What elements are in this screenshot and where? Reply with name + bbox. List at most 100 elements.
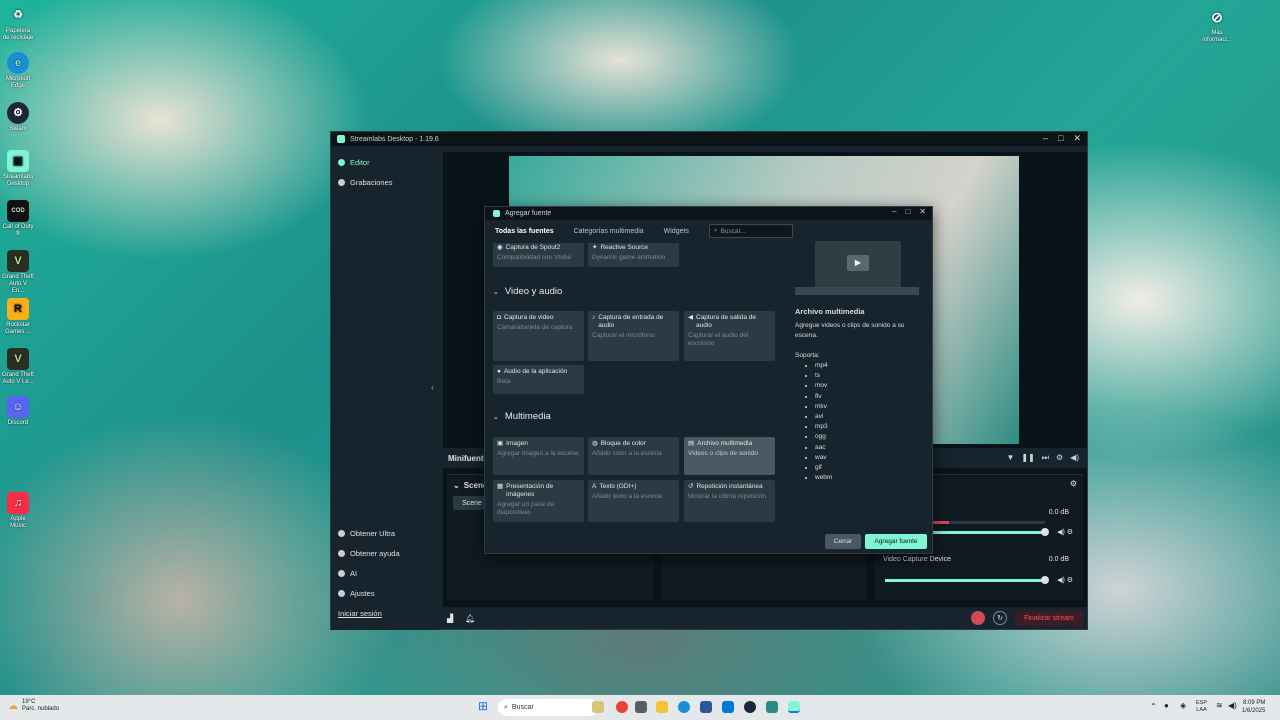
desktop-icon-edge[interactable]: e Microsoft Edge — [2, 52, 34, 90]
nav-editor[interactable]: Editor — [331, 152, 439, 172]
source-card-slideshow[interactable]: ▦ Presentación de imágenes Agregar un pas… — [493, 480, 584, 522]
volume-slider-handle-2[interactable] — [1041, 576, 1049, 584]
section-video-audio[interactable]: ⌄ Video y audio — [493, 286, 562, 297]
nav-recordings[interactable]: Grabaciones — [331, 172, 439, 192]
file-explorer-icon[interactable] — [656, 701, 668, 713]
close-icon[interactable]: ✕ — [1073, 133, 1081, 144]
desktop-icon-steam[interactable]: ⚙ Steam — [2, 102, 34, 133]
card-desc: Videos o clips de sonido — [688, 450, 758, 457]
desktop-icon-rockstar[interactable]: R Rockstar Games ... — [2, 298, 34, 336]
login-link[interactable]: Iniciar sesión — [331, 603, 439, 623]
rockstar-icon: R — [7, 298, 29, 320]
desktop-icon-label: Grand Theft Auto V En... — [2, 274, 34, 294]
tray-app-icon[interactable]: ● — [1164, 701, 1169, 710]
user-icon: ● — [497, 368, 501, 375]
source-card-audio-output[interactable]: ◀ Captura de salida de audio Capturar el … — [684, 311, 775, 361]
bell-icon[interactable]: 🔔︎ — [465, 614, 475, 623]
source-card-color-block[interactable]: ◍ Bloque de color Añadir color a la escen… — [588, 437, 679, 475]
nav-get-ultra[interactable]: Obtener Ultra — [331, 523, 439, 543]
app-icon[interactable] — [766, 701, 778, 713]
steam-icon[interactable] — [744, 701, 756, 713]
add-source-button[interactable]: Agregar fuente — [865, 534, 927, 549]
taskbar-search[interactable]: ⌕ Buscar — [498, 699, 598, 716]
gear-icon — [338, 589, 345, 597]
source-card-spout2[interactable]: ◉ Captura de Spout2 Compatibilidad con Vt… — [493, 243, 584, 267]
card-desc: Añadir color a la escena — [592, 450, 662, 457]
maximize-icon[interactable]: □ — [1058, 133, 1063, 144]
filter-icon[interactable]: ▼ — [1006, 453, 1014, 463]
minimize-icon[interactable]: – — [892, 207, 896, 216]
source-card-image[interactable]: ▣ Imagen Agregar imagen a la escena — [493, 437, 584, 475]
source-card-instant-replay[interactable]: ↺ Repetición instantánea Mostrar la últim… — [684, 480, 775, 522]
mixer-db-2: 0.0 dB — [1048, 556, 1069, 563]
ultra-icon — [338, 529, 345, 537]
desktop-icon-gta-enhanced[interactable]: V Grand Theft Auto V En... — [2, 250, 34, 295]
tray-chevron-up-icon[interactable]: ⌃ — [1150, 702, 1157, 711]
search-placeholder: Buscar... — [720, 227, 746, 235]
windows-start-icon[interactable]: ⊞ — [478, 699, 488, 713]
tab-all-sources[interactable]: Todas las fuentes — [495, 228, 554, 235]
stats-icon[interactable]: ▟ — [447, 614, 453, 623]
nav-settings[interactable]: Ajustes — [331, 583, 439, 603]
edge-icon[interactable] — [678, 701, 690, 713]
store-icon[interactable] — [700, 701, 712, 713]
volume-slider-handle-1[interactable] — [1041, 528, 1049, 536]
desktop-icon-apple-music[interactable]: ♫ Apple Music — [2, 492, 34, 530]
weather-widget[interactable]: ☁ 19°C Parc. nublado — [8, 699, 59, 713]
tab-widgets[interactable]: Widgets — [664, 228, 689, 235]
cancel-button[interactable]: Cerrar — [825, 534, 861, 549]
source-card-reactive[interactable]: ✦ Reactive Source Dynamic game animation — [588, 243, 679, 267]
task-view-icon[interactable] — [635, 701, 647, 713]
mixer-gear-icon[interactable]: ⚙ — [1070, 479, 1077, 488]
card-desc: Agregar un pase de diapositivas — [497, 501, 555, 516]
mixer-device-name: Video Capture Device — [883, 556, 951, 563]
source-card-video-capture[interactable]: ◘ Captura de video Cámara/tarjeta de capt… — [493, 311, 584, 361]
tray-security-icon[interactable]: ◈ — [1180, 701, 1186, 710]
steam-icon: ⚙ — [7, 102, 29, 124]
source-card-text[interactable]: A Texto (GDI+) Añadir texto a la escena — [588, 480, 679, 522]
desktop-icon-discord[interactable]: ☺ Discord — [2, 396, 34, 427]
maximize-icon[interactable]: □ — [905, 207, 910, 216]
search-input[interactable]: ⌕ Buscar... — [708, 224, 793, 238]
taskbar-widget-icon[interactable] — [592, 701, 604, 713]
wifi-icon[interactable]: ≋ — [1216, 701, 1223, 710]
minimize-icon[interactable]: – — [1043, 133, 1048, 144]
desktop-icon-streamlabs[interactable]: ▣ Streamlabs Desktop — [2, 150, 34, 188]
format-item: mp3 — [815, 422, 925, 432]
end-stream-button[interactable]: Finalizar stream — [1015, 610, 1083, 626]
collapse-chevron-icon[interactable]: ‹ — [431, 382, 434, 392]
apple-music-icon: ♫ — [7, 492, 29, 514]
mixer-controls-icon-2[interactable]: ◀) ⚙ — [1057, 576, 1073, 584]
close-icon[interactable]: ✕ — [919, 207, 926, 216]
mixer-controls-icon[interactable]: ◀) ⚙ — [1057, 528, 1073, 536]
mail-icon[interactable] — [722, 701, 734, 713]
tab-media-categories[interactable]: Categorías multimedia — [574, 228, 644, 235]
section-multimedia[interactable]: ⌄ Multimedia — [493, 411, 551, 422]
skip-icon[interactable]: ⏭ — [1042, 453, 1049, 463]
record-button[interactable] — [971, 611, 985, 625]
desktop-icon-cod[interactable]: COD Call of Duty ® — [2, 200, 34, 238]
source-card-media-file[interactable]: ▤ Archivo multimedia Videos o clips de so… — [684, 437, 775, 475]
pause-icon[interactable]: ❚❚ — [1021, 453, 1034, 463]
language-indicator[interactable]: ESP LAA — [1196, 700, 1207, 714]
source-card-app-audio[interactable]: ● Audio de la aplicación Beta — [493, 365, 584, 394]
mixer-settings-icon[interactable]: ⚙ — [1056, 453, 1063, 463]
speaker-icon[interactable]: ◀) — [1228, 701, 1237, 710]
source-card-audio-input[interactable]: ♪ Captura de entrada de audio Capturar el… — [588, 311, 679, 361]
weather-temp: 19°C — [22, 699, 36, 705]
nav-ai[interactable]: AI — [331, 563, 439, 583]
desktop-icon-more-info[interactable]: ⊘ Más informaci... — [1200, 6, 1234, 44]
text-icon: A — [592, 483, 597, 490]
volume-slider-2[interactable] — [885, 579, 1045, 582]
clock[interactable]: 8:09 PM 1/6/2025 — [1242, 699, 1265, 715]
chrome-icon[interactable] — [616, 701, 628, 713]
desktop-icon-gta-legacy[interactable]: V Grand Theft Auto V Le... — [2, 348, 34, 386]
replay-button[interactable]: ↻ — [993, 611, 1007, 625]
desktop-icon-recycle-bin[interactable]: ♻ Papelera de reciclaje — [2, 4, 34, 42]
volume-icon[interactable]: ◀) — [1070, 453, 1079, 463]
streamlabs-icon: ▣ — [7, 150, 29, 172]
dialog-titlebar: Agregar fuente – □ ✕ — [485, 207, 932, 220]
nav-get-help[interactable]: Obtener ayuda — [331, 543, 439, 563]
streamlabs-icon[interactable] — [788, 701, 800, 713]
discord-icon: ☺ — [7, 396, 29, 418]
